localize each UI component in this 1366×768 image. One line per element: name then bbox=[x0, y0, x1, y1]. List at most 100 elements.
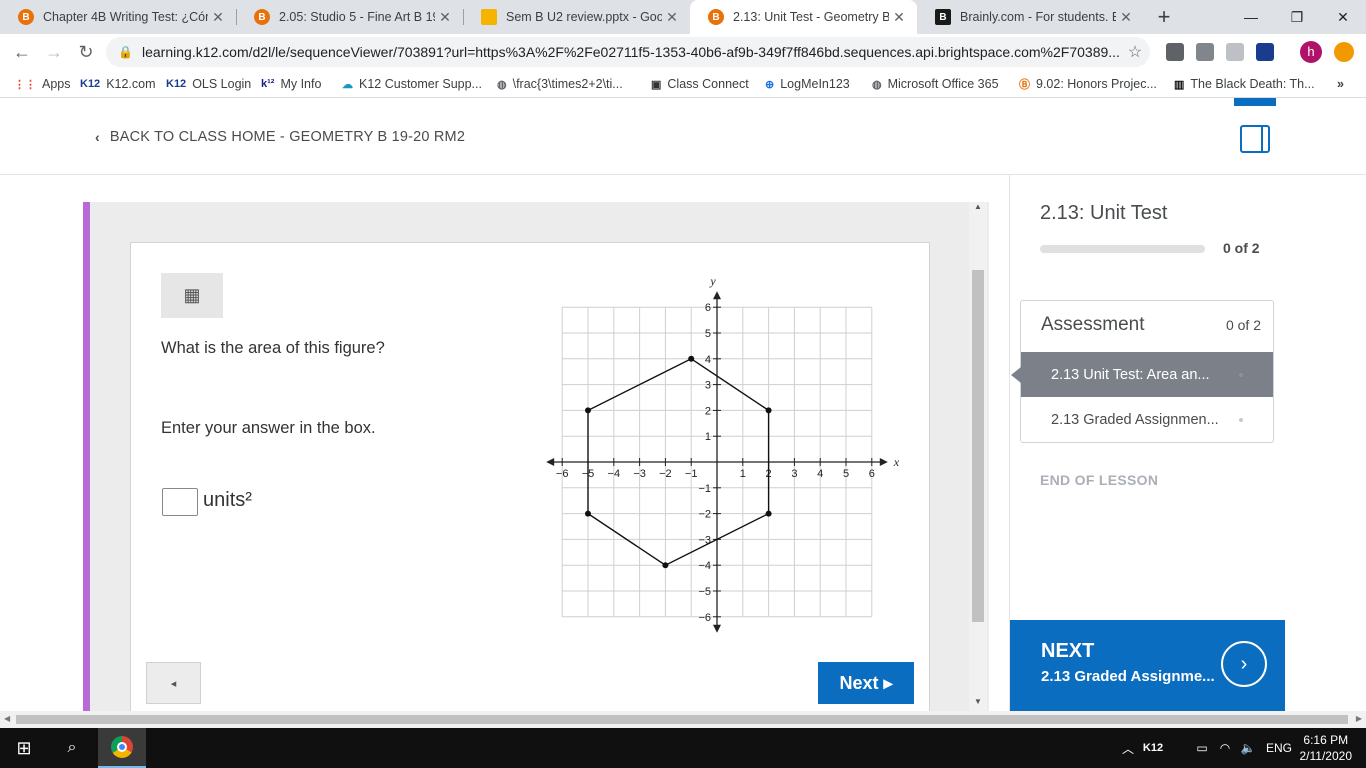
x-tick-label: 6 bbox=[869, 468, 875, 480]
y-tick-label: −6 bbox=[698, 612, 711, 624]
module-count: 0 of 2 bbox=[1225, 317, 1261, 333]
bookmark-item[interactable]: ◍ Microsoft Office 365 bbox=[872, 74, 999, 94]
module-item-label: 2.13 Graded Assignmen... bbox=[1051, 412, 1219, 428]
browser-tab[interactable]: B 2.05: Studio 5 - Fine Art B 19-2 ✕ bbox=[236, 0, 463, 34]
next-heading: NEXT bbox=[1041, 640, 1095, 662]
update-icon[interactable] bbox=[1334, 42, 1354, 62]
chrome-taskbar-button[interactable] bbox=[98, 728, 146, 768]
x-tick-label: −4 bbox=[608, 468, 621, 480]
brightspace-icon: B bbox=[708, 9, 724, 25]
browser-tab[interactable]: B Chapter 4B Writing Test: ¿Cóm ✕ bbox=[0, 0, 236, 34]
new-tab-button[interactable]: + bbox=[1142, 0, 1186, 34]
scroll-left-arrow-icon[interactable]: ◀ bbox=[4, 714, 10, 723]
reload-icon[interactable]: ↻ bbox=[72, 38, 100, 66]
address-bar[interactable]: 🔒 learning.k12.com/d2l/le/sequenceViewer… bbox=[106, 37, 1150, 67]
next-button[interactable]: Next ▸ bbox=[818, 662, 914, 704]
horizontal-scrollbar-thumb[interactable] bbox=[16, 715, 1348, 724]
scroll-right-arrow-icon[interactable]: ▶ bbox=[1356, 714, 1362, 723]
volume-icon[interactable]: 🔈 bbox=[1238, 728, 1258, 768]
x-tick-label: −1 bbox=[685, 468, 698, 480]
close-tab-icon[interactable]: ✕ bbox=[435, 9, 455, 26]
k12-icon: K12 bbox=[166, 78, 187, 90]
system-clock[interactable]: 6:16 PM 2/11/2020 bbox=[1300, 732, 1353, 764]
status-dot-icon bbox=[1239, 418, 1243, 422]
minimize-icon[interactable]: — bbox=[1228, 0, 1274, 34]
browser-tab-active[interactable]: B 2.13: Unit Test - Geometry B 19 ✕ bbox=[690, 0, 917, 34]
chevron-up-icon[interactable]: ︿ bbox=[1118, 728, 1138, 768]
module-item-active[interactable]: 2.13 Unit Test: Area an... bbox=[1021, 352, 1273, 397]
windows-start-icon[interactable]: ⊞ bbox=[0, 728, 48, 768]
clock-time: 6:16 PM bbox=[1303, 733, 1349, 747]
x-tick-label: 3 bbox=[791, 468, 797, 480]
coordinate-graph: −6 −5 −4 −3 −2 −1 1 2 3 4 5 6−6−5−4−3−2−1123456xy bbox=[546, 274, 900, 633]
bookmark-item[interactable]: ◍ \frac{3\times2+2\ti... bbox=[497, 74, 623, 94]
vertex-point bbox=[688, 355, 695, 362]
bookmark-item[interactable]: ▣ Class Connect bbox=[651, 74, 749, 94]
bookmark-item[interactable]: K12 OLS Login bbox=[166, 74, 251, 94]
scrollbar-thumb[interactable] bbox=[972, 270, 984, 622]
bookmark-item[interactable]: K12 K12.com bbox=[80, 74, 156, 94]
panel-toggle-icon[interactable] bbox=[1240, 125, 1270, 153]
y-tick-label: 6 bbox=[705, 302, 711, 314]
vertex-point bbox=[585, 510, 591, 517]
next-activity-button[interactable]: NEXT 2.13 Graded Assignme... › bbox=[1010, 620, 1285, 711]
bookmark-star-icon[interactable]: ☆ bbox=[1120, 42, 1150, 62]
status-dot-icon bbox=[1239, 372, 1243, 377]
brightspace-icon: Ⓑ bbox=[1019, 79, 1030, 91]
back-to-class-link[interactable]: ‹ BACK TO CLASS HOME - GEOMETRY B 19-20 … bbox=[95, 129, 465, 145]
wifi-icon[interactable]: ◠ bbox=[1215, 728, 1235, 768]
search-icon[interactable]: ⌕ bbox=[48, 728, 96, 768]
answer-input[interactable] bbox=[162, 488, 198, 516]
bookmark-item[interactable]: ⊕ LogMeIn123 bbox=[765, 74, 850, 94]
module-title: Assessment bbox=[1041, 314, 1145, 335]
k12-tray-icon[interactable]: K12 bbox=[1140, 728, 1166, 768]
profile-avatar[interactable]: h bbox=[1300, 41, 1322, 63]
url-text[interactable]: learning.k12.com/d2l/le/sequenceViewer/7… bbox=[142, 44, 1120, 60]
globe-icon: ◍ bbox=[497, 78, 507, 91]
browser-tab[interactable]: B Brainly.com - For students. By ✕ bbox=[917, 0, 1144, 34]
previous-button[interactable]: ◂ bbox=[146, 662, 201, 704]
globe-icon: ◍ bbox=[872, 78, 882, 91]
language-indicator[interactable]: ENG bbox=[1263, 728, 1295, 768]
lesson-header: ‹ BACK TO CLASS HOME - GEOMETRY B 19-20 … bbox=[0, 98, 1366, 175]
more-bookmarks-icon[interactable]: » bbox=[1337, 74, 1344, 94]
battery-icon[interactable]: ▭ bbox=[1192, 728, 1212, 768]
horizontal-scrollbar[interactable]: ◀ ▶ bbox=[0, 711, 1366, 728]
close-tab-icon[interactable]: ✕ bbox=[889, 9, 909, 26]
media-extension-icon[interactable] bbox=[1196, 43, 1214, 61]
question-instruction: Enter your answer in the box. bbox=[161, 419, 376, 437]
close-window-icon[interactable]: ✕ bbox=[1320, 0, 1366, 34]
close-tab-icon[interactable]: ✕ bbox=[1116, 9, 1136, 26]
x-tick-label: −6 bbox=[556, 468, 569, 480]
module-item[interactable]: 2.13 Graded Assignmen... bbox=[1021, 398, 1273, 442]
vertex-point bbox=[662, 562, 669, 569]
vertex-point bbox=[765, 510, 772, 517]
scroll-up-arrow-icon[interactable]: ▲ bbox=[969, 202, 987, 216]
bookmark-item[interactable]: ⋮⋮ Apps bbox=[14, 74, 71, 94]
browser-tab[interactable]: Sem B U2 review.pptx - Googl ✕ bbox=[463, 0, 690, 34]
extension-icon[interactable] bbox=[1256, 43, 1274, 61]
question-card: ▦ What is the area of this figure? Enter… bbox=[130, 242, 930, 711]
y-tick-label: −1 bbox=[698, 483, 711, 495]
bookmark-item[interactable]: Ⓑ 9.02: Honors Projec... bbox=[1019, 74, 1157, 94]
chrome-icon bbox=[111, 736, 133, 758]
question-prompt: What is the area of this figure? bbox=[161, 339, 385, 357]
bookmark-item[interactable]: k¹² My Info bbox=[261, 74, 321, 94]
scroll-down-arrow-icon[interactable]: ▼ bbox=[969, 697, 987, 711]
tab-title: Brainly.com - For students. By bbox=[960, 10, 1116, 24]
brightspace-icon: B bbox=[18, 9, 34, 25]
forward-arrow-icon[interactable]: → bbox=[40, 38, 68, 66]
back-arrow-icon[interactable]: ← bbox=[8, 38, 36, 66]
pocket-extension-icon[interactable] bbox=[1166, 43, 1184, 61]
calculator-icon: ▦ bbox=[183, 285, 201, 305]
plus-circle-icon: ⊕ bbox=[765, 78, 775, 91]
y-tick-label: 5 bbox=[705, 328, 711, 340]
extension-icon[interactable] bbox=[1226, 43, 1244, 61]
close-tab-icon[interactable]: ✕ bbox=[208, 9, 228, 26]
maximize-icon[interactable]: ❐ bbox=[1274, 0, 1320, 34]
close-tab-icon[interactable]: ✕ bbox=[662, 9, 682, 26]
back-link-label: BACK TO CLASS HOME - GEOMETRY B 19-20 RM… bbox=[109, 129, 466, 145]
bookmark-item[interactable]: ☁ K12 Customer Supp... bbox=[342, 74, 482, 94]
bookmark-item[interactable]: ▥ The Black Death: Th... bbox=[1174, 74, 1315, 94]
calculator-button[interactable]: ▦ bbox=[161, 273, 223, 318]
